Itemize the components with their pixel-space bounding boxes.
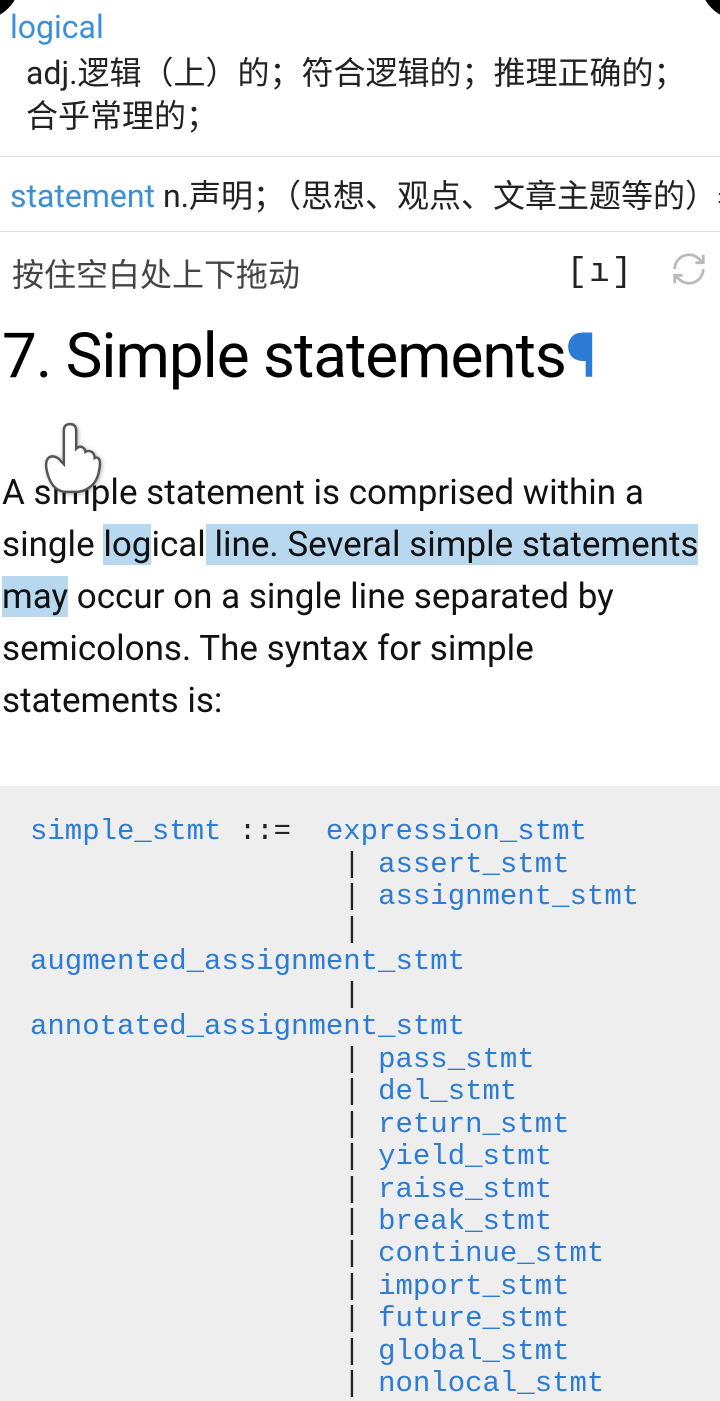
- code-link[interactable]: del_stmt: [378, 1075, 517, 1108]
- code-link[interactable]: assert_stmt: [378, 848, 569, 881]
- code-link[interactable]: return_stmt: [378, 1108, 569, 1141]
- code-link[interactable]: import_stmt: [378, 1270, 569, 1303]
- refresh-icon[interactable]: [670, 250, 708, 296]
- dictionary-entry-statement[interactable]: statement n.声明；（思想、观点、文章主题等的）表: [0, 157, 720, 232]
- dict-definition: adj.逻辑（上）的；符合逻辑的；推理正确的；合乎常理的；: [10, 52, 710, 138]
- dict-word: statement: [10, 177, 155, 215]
- code-link[interactable]: assignment_stmt: [378, 880, 639, 913]
- code-nonterminal[interactable]: simple_stmt: [30, 815, 221, 848]
- hand-cursor-icon: [38, 421, 102, 510]
- dict-word: logical: [10, 8, 710, 46]
- code-link[interactable]: expression_stmt: [326, 815, 587, 848]
- page-heading: 7. Simple statements¶: [0, 314, 720, 393]
- para-text: occur on a single line separated by semi…: [2, 576, 614, 721]
- drag-hint: 按住空白处上下拖动: [12, 250, 567, 296]
- grammar-codeblock[interactable]: simple_stmt ::= expression_stmt | assert…: [0, 786, 720, 1400]
- code-link[interactable]: break_stmt: [378, 1205, 552, 1238]
- toolbar: 按住空白处上下拖动 [ı]: [0, 232, 720, 314]
- code-link[interactable]: annotated_assignment_stmt: [30, 1010, 465, 1043]
- code-link[interactable]: future_stmt: [378, 1302, 569, 1335]
- dictionary-entry-logical[interactable]: logical adj.逻辑（上）的；符合逻辑的；推理正确的；合乎常理的；: [0, 0, 720, 157]
- code-link[interactable]: pass_stmt: [378, 1043, 535, 1076]
- selection-highlight: log: [103, 524, 151, 565]
- code-link[interactable]: global_stmt: [378, 1335, 569, 1368]
- heading-title: Simple statements: [66, 320, 566, 393]
- code-link[interactable]: yield_stmt: [378, 1140, 552, 1173]
- code-link[interactable]: raise_stmt: [378, 1173, 552, 1206]
- code-link[interactable]: augmented_assignment_stmt: [30, 945, 465, 978]
- dict-definition: n.声明；（思想、观点、文章主题等的）表: [155, 177, 720, 215]
- code-link[interactable]: continue_stmt: [378, 1237, 604, 1270]
- pilcrow-icon[interactable]: ¶: [566, 320, 595, 393]
- heading-number: 7.: [2, 320, 66, 393]
- brackets-icon[interactable]: [ı]: [567, 254, 634, 292]
- code-link[interactable]: nonlocal_stmt: [378, 1367, 604, 1400]
- intro-paragraph[interactable]: A simple statement is comprised within a…: [0, 393, 720, 726]
